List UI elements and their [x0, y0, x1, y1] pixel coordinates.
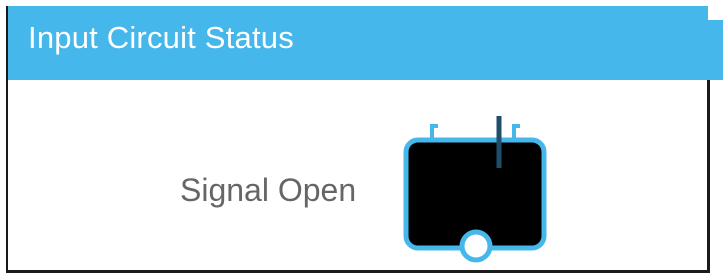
panel-title: Input Circuit Status	[28, 20, 294, 55]
panel-corner	[708, 0, 723, 20]
panel-header: Input Circuit Status	[6, 6, 723, 80]
panel-border-left	[6, 80, 8, 272]
panel-border-right	[707, 80, 710, 272]
open-circuit-icon	[403, 116, 547, 263]
connector-node	[459, 229, 493, 263]
panel-border-bottom	[6, 270, 710, 273]
status-label: Signal Open	[180, 172, 357, 208]
